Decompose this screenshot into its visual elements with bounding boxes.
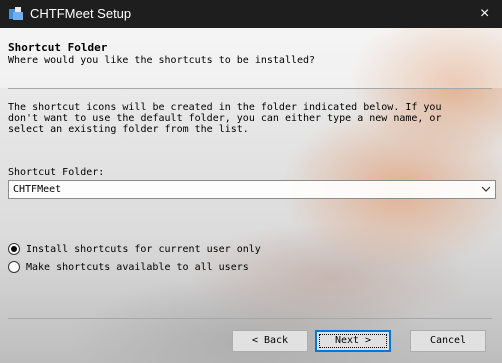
shortcut-folder-value[interactable]: CHTFMeet — [13, 184, 61, 195]
chevron-down-icon[interactable] — [481, 183, 491, 195]
close-icon[interactable]: × — [480, 0, 502, 28]
option-current-user[interactable]: Install shortcuts for current user only — [8, 242, 261, 256]
description-text: The shortcut icons will be created in th… — [8, 102, 488, 135]
radio-all-users[interactable] — [8, 261, 20, 273]
window-title: CHTFMeet Setup — [30, 6, 132, 21]
radio-current-user[interactable] — [8, 243, 20, 255]
cancel-button[interactable]: Cancel — [410, 330, 486, 352]
footer-divider — [8, 318, 492, 319]
focus-outline — [319, 334, 387, 348]
option-all-users-label[interactable]: Make shortcuts available to all users — [26, 262, 249, 273]
wizard-body: Shortcut Folder Where would you like the… — [0, 28, 502, 363]
next-button[interactable]: Next > — [315, 330, 391, 352]
back-button[interactable]: < Back — [232, 330, 308, 352]
description-line: The shortcut icons will be created in th… — [8, 102, 442, 113]
page-title: Shortcut Folder — [8, 41, 108, 54]
option-current-user-label[interactable]: Install shortcuts for current user only — [26, 244, 261, 255]
shortcut-folder-label: Shortcut Folder: — [8, 167, 105, 178]
description-line: don't want to use the default folder, yo… — [8, 113, 442, 124]
shortcut-folder-combobox[interactable]: CHTFMeet — [8, 180, 496, 199]
wizard-header: Shortcut Folder Where would you like the… — [0, 28, 502, 88]
window-titlebar: CHTFMeet Setup × — [0, 0, 502, 28]
description-line: select an existing folder from the list. — [8, 124, 249, 135]
header-divider — [8, 88, 492, 89]
installer-app-icon — [9, 7, 23, 20]
page-subtitle: Where would you like the shortcuts to be… — [8, 55, 316, 66]
option-all-users[interactable]: Make shortcuts available to all users — [8, 260, 249, 274]
